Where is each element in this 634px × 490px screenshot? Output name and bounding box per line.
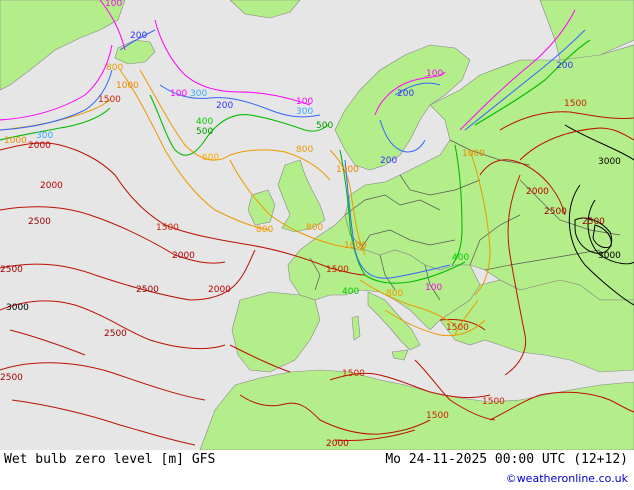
label-1000: 1000 xyxy=(462,149,485,159)
label-800: 800 xyxy=(386,289,403,299)
label-100: 100 xyxy=(105,0,122,9)
label-2000: 2000 xyxy=(526,187,549,197)
label-1000: 1000 xyxy=(344,241,367,251)
label-2000: 2000 xyxy=(172,251,195,261)
map-footer: Wet bulb zero level [m] GFS Mo 24-11-202… xyxy=(0,450,634,490)
label-1500: 1500 xyxy=(482,397,505,407)
label-800: 800 xyxy=(296,145,313,155)
label-1000: 1000 xyxy=(116,81,139,91)
label-2500: 2500 xyxy=(582,217,605,227)
label-200: 200 xyxy=(380,156,397,166)
label-100: 100 xyxy=(426,69,443,79)
map-title: Wet bulb zero level [m] GFS xyxy=(4,452,216,467)
label-1500: 1500 xyxy=(98,95,121,105)
label-3000: 3000 xyxy=(598,251,621,261)
label-800: 800 xyxy=(256,225,273,235)
map-canvas: 100 100 100 100 100 200 200 200 200 200 … xyxy=(0,0,634,451)
label-100: 100 xyxy=(425,283,442,293)
label-1500: 1500 xyxy=(446,323,469,333)
label-1500: 1500 xyxy=(156,223,179,233)
valid-time: Mo 24-11-2025 00:00 UTC (12+12) xyxy=(385,452,628,467)
label-600: 600 xyxy=(202,153,219,163)
label-3000: 3000 xyxy=(6,303,29,313)
label-2500: 2500 xyxy=(544,207,567,217)
label-200: 200 xyxy=(397,89,414,99)
label-2500: 2500 xyxy=(28,217,51,227)
weather-map: 100 100 100 100 100 200 200 200 200 200 … xyxy=(0,0,634,451)
label-1500: 1500 xyxy=(564,99,587,109)
label-400: 400 xyxy=(196,117,213,127)
label-1500: 1500 xyxy=(342,369,365,379)
label-800: 800 xyxy=(306,223,323,233)
label-400: 400 xyxy=(342,287,359,297)
label-1000: 1000 xyxy=(4,136,27,146)
label-2000: 2000 xyxy=(40,181,63,191)
label-2500: 2500 xyxy=(136,285,159,295)
credit-link[interactable]: ©weatheronline.co.uk xyxy=(506,472,628,485)
label-1500: 1500 xyxy=(326,265,349,275)
label-1500: 1500 xyxy=(426,411,449,421)
label-800: 800 xyxy=(106,63,123,73)
label-1000: 1000 xyxy=(336,165,359,175)
label-2000: 2000 xyxy=(208,285,231,295)
label-400: 400 xyxy=(452,253,469,263)
label-200: 200 xyxy=(556,61,573,71)
label-2500: 2500 xyxy=(0,373,23,383)
label-300: 300 xyxy=(190,89,207,99)
label-3000: 3000 xyxy=(598,157,621,167)
label-2000: 2000 xyxy=(326,439,349,449)
label-2500: 2500 xyxy=(0,265,23,275)
label-200: 200 xyxy=(216,101,233,111)
label-500: 500 xyxy=(316,121,333,131)
label-100: 100 xyxy=(170,89,187,99)
label-100: 100 xyxy=(296,97,313,107)
label-300: 300 xyxy=(296,107,313,117)
label-2500: 2500 xyxy=(104,329,127,339)
label-200: 200 xyxy=(130,31,147,41)
label-300: 300 xyxy=(36,131,53,141)
label-2000: 2000 xyxy=(28,141,51,151)
label-500: 500 xyxy=(196,127,213,137)
